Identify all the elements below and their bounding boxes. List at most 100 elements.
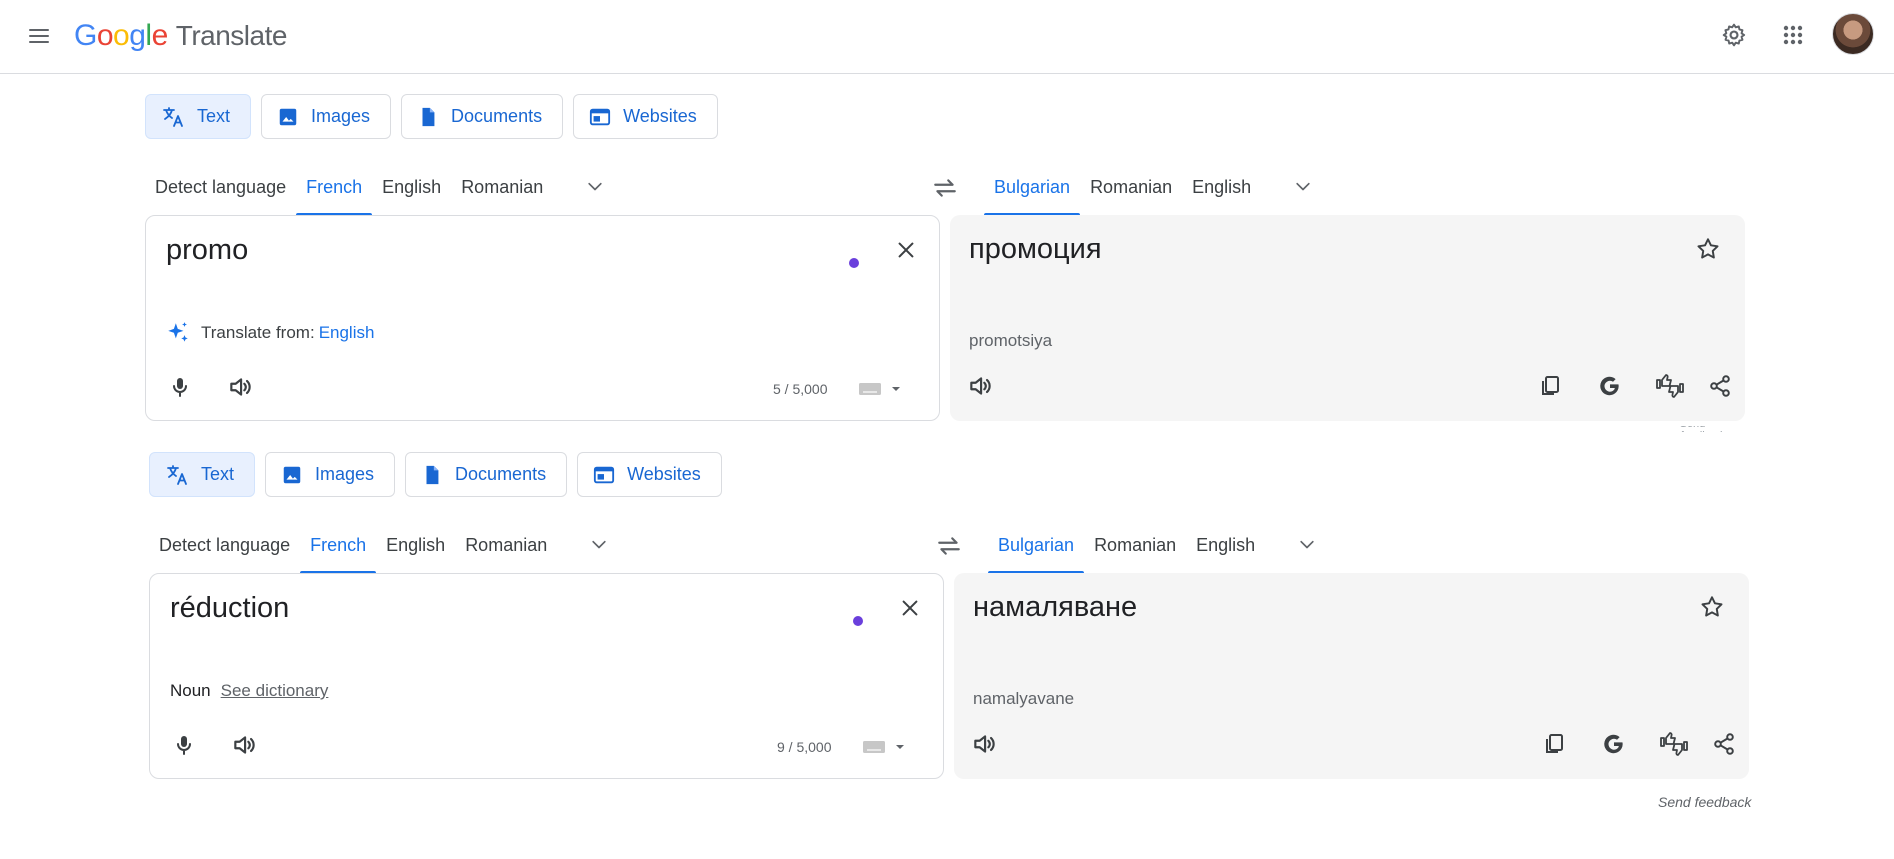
translation-text: намаляване	[973, 591, 1138, 623]
rate-translation-button[interactable]	[1652, 722, 1696, 766]
caret-down-icon	[892, 387, 900, 391]
translation-block-1: Text Images Documents Websites Detect la…	[0, 74, 1894, 434]
google-search-button[interactable]	[1592, 722, 1636, 766]
rate-translation-button[interactable]	[1648, 364, 1692, 408]
copy-translation-button[interactable]	[1528, 364, 1572, 408]
lang-tab-english[interactable]: English	[1182, 158, 1261, 216]
listen-translation-button[interactable]	[958, 364, 1002, 408]
swap-languages-button[interactable]	[924, 167, 966, 209]
transliteration: promotsiya	[969, 331, 1053, 350]
lang-tab-romanian[interactable]: Romanian	[1084, 516, 1186, 574]
google-g-icon	[1604, 734, 1623, 754]
main-menu-button[interactable]	[18, 15, 60, 57]
translation-text: промоция	[969, 233, 1102, 265]
source-text-input[interactable]: réduction	[170, 592, 289, 625]
settings-button[interactable]	[1712, 13, 1756, 57]
apps-grid-icon	[1783, 25, 1803, 45]
image-icon	[283, 466, 301, 483]
lang-tab-bulgarian[interactable]: Bulgarian	[988, 516, 1085, 574]
share-translation-button[interactable]	[1702, 722, 1746, 766]
avatar[interactable]	[1832, 13, 1874, 55]
lang-tab-bulgarian[interactable]: Bulgarian	[984, 158, 1081, 216]
chevron-down-icon	[1296, 182, 1310, 191]
send-feedback-link[interactable]: Send feedback	[1658, 794, 1751, 810]
translate-icon	[167, 464, 187, 485]
clear-source-button[interactable]	[890, 588, 930, 628]
mode-websites-button[interactable]: Websites	[577, 452, 722, 497]
chevron-down-icon	[588, 182, 602, 191]
more-target-languages-button[interactable]	[1279, 158, 1327, 216]
mode-text-button[interactable]: Text	[145, 94, 252, 139]
copy-translation-button[interactable]	[1532, 722, 1576, 766]
more-source-languages-button[interactable]	[571, 158, 619, 216]
transliteration: namalyavane	[973, 689, 1075, 708]
mode-label: Text	[201, 464, 235, 484]
document-icon	[422, 107, 435, 126]
lang-tab-romanian[interactable]: Romanian	[455, 516, 557, 574]
input-tools-button[interactable]	[858, 381, 902, 397]
google-apps-button[interactable]	[1771, 13, 1815, 57]
mode-images-button[interactable]: Images	[261, 94, 392, 139]
listen-source-button[interactable]	[218, 365, 262, 409]
source-language-tabs: Detect language French English Romanian	[145, 158, 619, 216]
mode-label: Images	[315, 464, 375, 484]
mode-label: Websites	[627, 464, 701, 484]
source-panel: réduction Noun See dictionary 9 / 5,000	[149, 573, 944, 779]
status-dot	[849, 258, 859, 268]
swap-icon	[938, 537, 960, 555]
mode-documents-button[interactable]: Documents	[401, 94, 564, 139]
mode-label: Websites	[623, 106, 697, 126]
lang-tab-french[interactable]: French	[300, 516, 377, 574]
speaker-icon	[230, 378, 251, 396]
voice-input-button[interactable]	[162, 723, 206, 767]
share-translation-button[interactable]	[1698, 364, 1742, 408]
status-dot	[853, 616, 863, 626]
voice-input-button[interactable]	[158, 365, 202, 409]
lang-tab-english[interactable]: English	[376, 516, 455, 574]
keyboard-icon	[863, 741, 885, 753]
star-icon	[1701, 596, 1723, 617]
google-translate-logo[interactable]: G o o g l e Translate	[74, 16, 287, 56]
logo-letter: o	[96, 19, 114, 52]
swap-languages-button[interactable]	[928, 525, 970, 567]
settings-gear-icon	[1722, 23, 1746, 47]
lang-tab-romanian[interactable]: Romanian	[451, 158, 553, 216]
lang-tab-english[interactable]: English	[372, 158, 451, 216]
more-source-languages-button[interactable]	[575, 516, 623, 574]
lang-tab-romanian[interactable]: Romanian	[1080, 158, 1182, 216]
star-icon	[1697, 238, 1719, 259]
mode-text-button[interactable]: Text	[149, 452, 256, 497]
mode-label: Images	[311, 106, 371, 126]
lang-tab-english[interactable]: English	[1186, 516, 1265, 574]
lang-tab-detect[interactable]: Detect language	[149, 516, 300, 574]
copy-icon	[1546, 734, 1563, 753]
lang-tab-french[interactable]: French	[296, 158, 373, 216]
listen-translation-button[interactable]	[962, 722, 1006, 766]
microphone-icon	[173, 378, 187, 397]
chevron-down-icon	[592, 540, 606, 549]
chevron-down-icon	[1300, 540, 1314, 549]
image-icon	[279, 108, 297, 125]
translation-block-2: Text Images Documents Websites Detect la…	[4, 432, 1894, 792]
see-dictionary-link[interactable]: See dictionary	[221, 681, 329, 701]
more-target-languages-button[interactable]	[1283, 516, 1331, 574]
mode-images-button[interactable]: Images	[265, 452, 396, 497]
thumbs-up-down-icon	[1660, 732, 1688, 756]
mode-websites-button[interactable]: Websites	[573, 94, 718, 139]
save-translation-button[interactable]	[1692, 587, 1732, 627]
suggested-language-link[interactable]: English	[319, 323, 375, 343]
mode-documents-button[interactable]: Documents	[405, 452, 568, 497]
google-search-button[interactable]	[1588, 364, 1632, 408]
source-text-input[interactable]: promo	[166, 234, 248, 267]
logo-letter: G	[74, 19, 97, 52]
lang-tab-detect[interactable]: Detect language	[145, 158, 296, 216]
product-name: Translate	[175, 20, 288, 51]
clear-source-button[interactable]	[886, 230, 926, 270]
input-tools-button[interactable]	[862, 739, 906, 755]
save-translation-button[interactable]	[1688, 229, 1728, 269]
website-icon	[590, 108, 611, 125]
share-icon	[1710, 375, 1730, 397]
listen-source-button[interactable]	[222, 723, 266, 767]
speaker-icon	[974, 735, 995, 753]
microphone-icon	[177, 736, 191, 755]
